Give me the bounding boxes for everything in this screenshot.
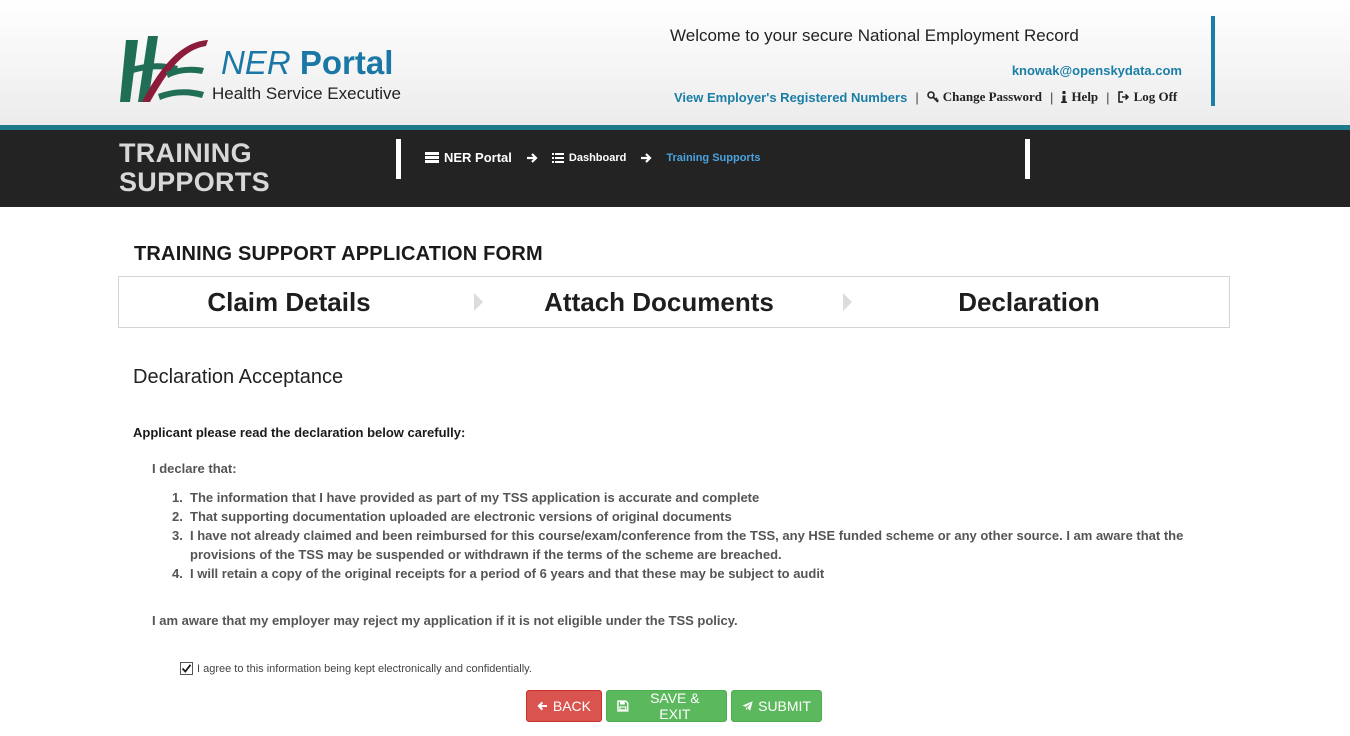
hse-logo-icon <box>120 36 208 102</box>
step-declaration[interactable]: Declaration <box>869 287 1189 318</box>
log-off-link[interactable]: Log Off <box>1117 89 1178 105</box>
step-arrow-icon <box>474 293 483 311</box>
checkmark-icon <box>181 664 192 673</box>
list-item-number: 2. <box>172 509 183 524</box>
breadcrumb-training-supports[interactable]: Training Supports <box>666 152 760 164</box>
bar-divider-right <box>1025 139 1030 179</box>
paper-plane-icon <box>742 701 753 711</box>
section-title: TRAINING SUPPORTS <box>119 139 270 197</box>
submit-button[interactable]: SUBMIT <box>731 690 822 722</box>
help-label: Help <box>1071 89 1099 104</box>
form-title: TRAINING SUPPORT APPLICATION FORM <box>134 243 543 265</box>
list-icon <box>551 152 564 163</box>
list-item: 3. I have not already claimed and been r… <box>172 526 1192 564</box>
step-attach-documents[interactable]: Attach Documents <box>499 287 819 318</box>
link-separator: | <box>1106 89 1110 105</box>
tasks-icon <box>425 152 439 163</box>
help-link[interactable]: Help <box>1061 89 1098 105</box>
declaration-heading: Declaration Acceptance <box>133 366 344 388</box>
info-icon <box>1061 91 1068 103</box>
agree-label: I agree to this information being kept e… <box>197 662 532 675</box>
breadcrumb: NER Portal Dashboard Training Supports <box>425 150 761 165</box>
header-divider <box>1211 16 1215 106</box>
site-header: NER Portal Health Service Executive Welc… <box>0 0 1350 125</box>
list-item: 1. The information that I have provided … <box>172 488 1192 507</box>
step-claim-details[interactable]: Claim Details <box>129 287 449 318</box>
list-item-number: 1. <box>172 490 183 505</box>
form-actions: BACK SAVE & EXIT SUBMIT <box>526 690 822 722</box>
bar-divider-left <box>396 139 401 179</box>
welcome-message: Welcome to your secure National Employme… <box>670 26 1079 45</box>
employer-numbers-link[interactable]: View Employer's Registered Numbers <box>674 90 907 105</box>
employer-rejection-notice: I am aware that my employer may reject m… <box>152 613 738 628</box>
breadcrumb-label: Dashboard <box>568 151 627 164</box>
section-title-line1: TRAINING <box>119 138 252 168</box>
list-item-text: That supporting documentation uploaded a… <box>190 509 732 524</box>
breadcrumb-label: NER Portal <box>444 150 512 165</box>
declaration-instruction: Applicant please read the declaration be… <box>133 425 466 440</box>
portal-title-ner: NER <box>221 44 291 81</box>
step-arrow-icon <box>843 293 852 311</box>
user-email-link[interactable]: knowak@openskydata.com <box>1012 63 1182 78</box>
log-off-label: Log Off <box>1133 89 1178 104</box>
back-button-label: BACK <box>552 698 591 714</box>
declaration-list: 1. The information that I have provided … <box>172 488 1192 583</box>
sign-out-icon <box>1117 91 1129 103</box>
list-item-number: 3. <box>172 528 183 543</box>
arrow-left-icon <box>537 701 547 711</box>
change-password-link[interactable]: Change Password <box>926 89 1043 105</box>
submit-button-label: SUBMIT <box>758 698 811 714</box>
link-separator: | <box>915 89 919 105</box>
arrow-right-icon <box>526 152 538 164</box>
save-icon <box>617 700 629 712</box>
breadcrumb-dashboard[interactable]: Dashboard <box>551 151 627 164</box>
change-password-label: Change Password <box>942 89 1043 104</box>
arrow-right-icon <box>640 152 652 164</box>
org-name: Health Service Executive <box>212 84 401 103</box>
back-button[interactable]: BACK <box>526 690 602 722</box>
agree-row: I agree to this information being kept e… <box>180 662 532 675</box>
agree-checkbox[interactable] <box>180 662 193 675</box>
step-progress: Claim Details Attach Documents Declarati… <box>118 276 1230 328</box>
key-icon <box>926 91 939 103</box>
portal-title-portal: Portal <box>299 44 394 81</box>
breadcrumb-ner-portal[interactable]: NER Portal <box>425 150 512 165</box>
portal-title: NER Portal <box>221 44 393 82</box>
list-item-text: The information that I have provided as … <box>190 490 760 505</box>
section-title-line2: SUPPORTS <box>119 167 270 197</box>
list-item-number: 4. <box>172 566 183 581</box>
list-item: 2. That supporting documentation uploade… <box>172 507 1192 526</box>
link-separator: | <box>1050 89 1054 105</box>
list-item: 4. I will retain a copy of the original … <box>172 564 1192 583</box>
list-item-text: I will retain a copy of the original rec… <box>190 566 825 581</box>
declare-intro: I declare that: <box>152 461 237 476</box>
save-exit-button[interactable]: SAVE & EXIT <box>606 690 727 722</box>
header-links: View Employer's Registered Numbers | Cha… <box>674 89 1177 105</box>
save-exit-button-label: SAVE & EXIT <box>650 690 700 722</box>
list-item-text: I have not already claimed and been reim… <box>190 528 1184 562</box>
